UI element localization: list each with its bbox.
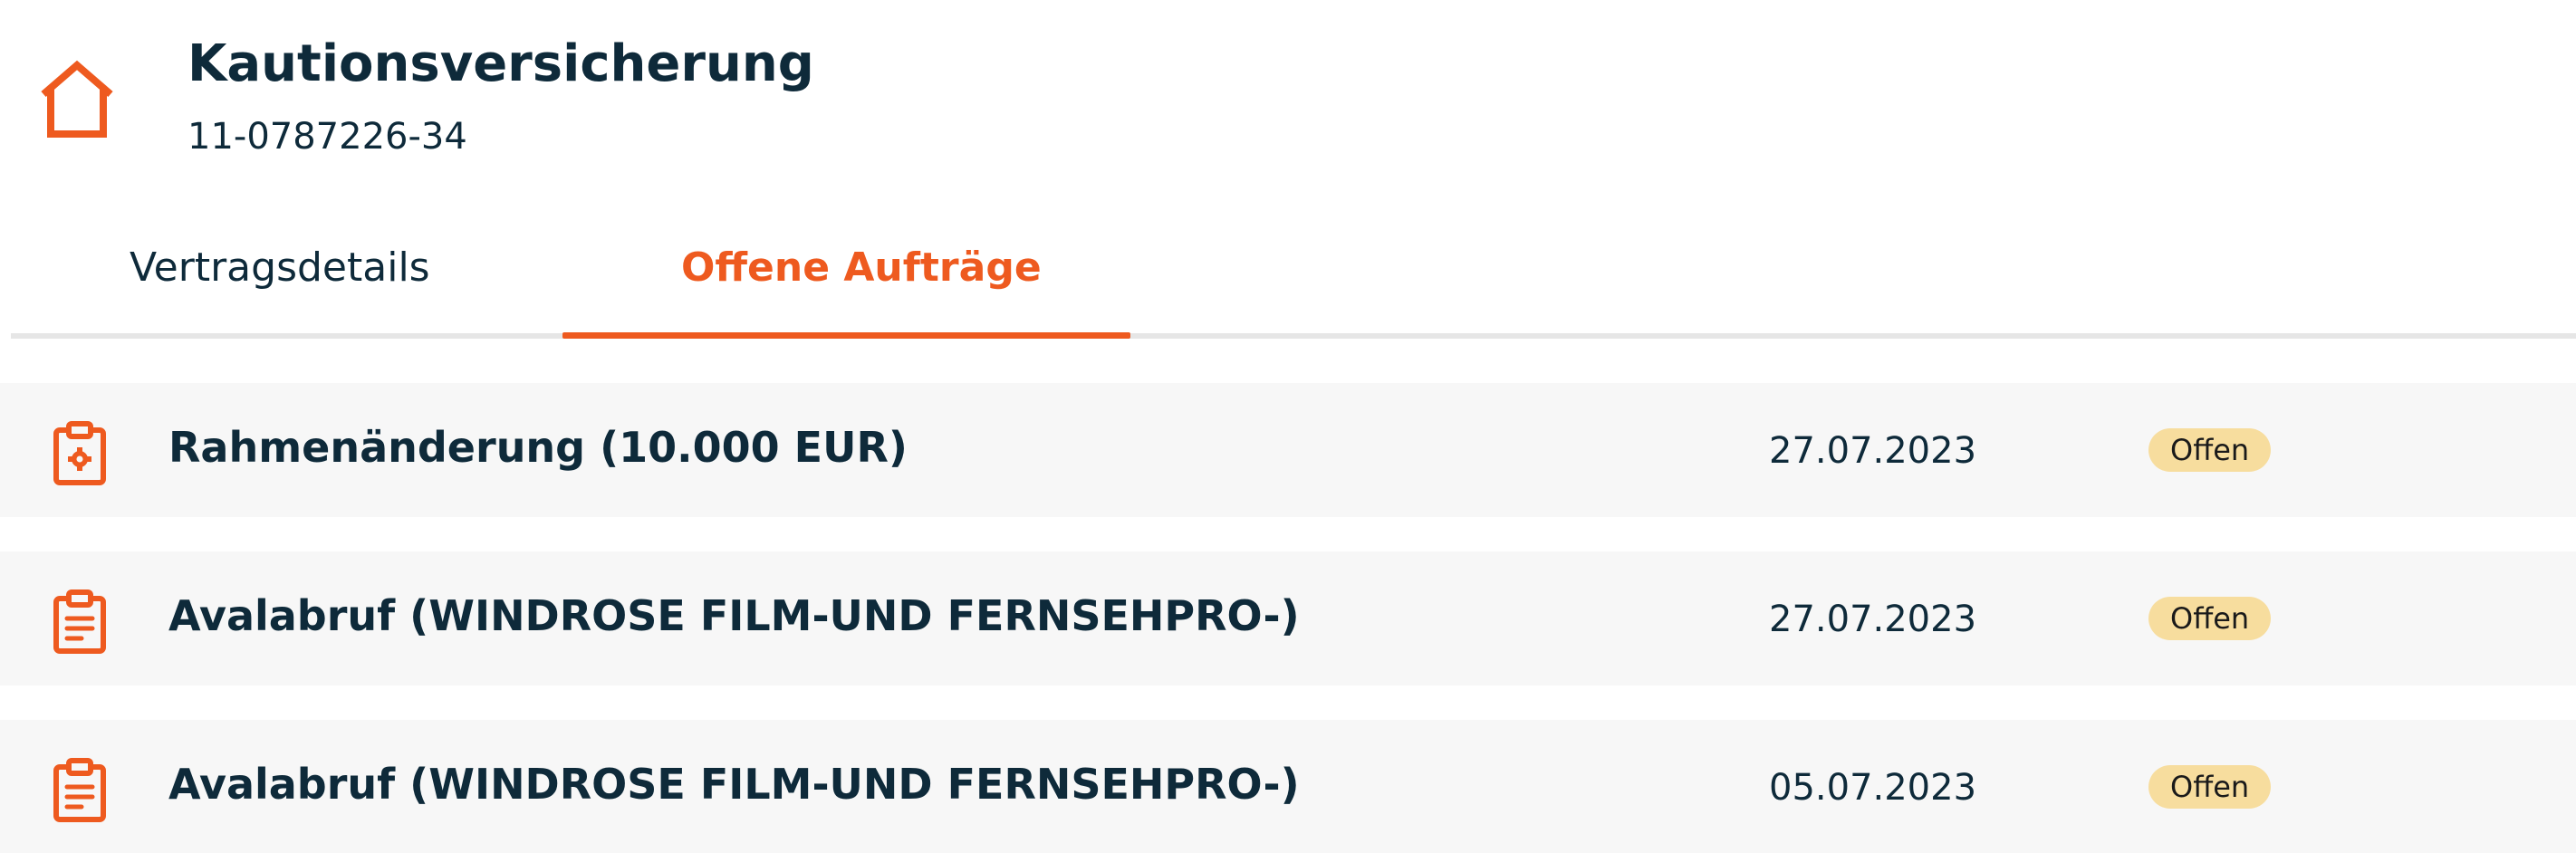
order-date: 27.07.2023	[1769, 430, 1977, 472]
order-row[interactable]: Avalabruf (WINDROSE FILM-UND FERNSEHPRO-…	[0, 551, 2576, 685]
clipboard-list-icon	[53, 758, 106, 822]
order-title: Avalabruf (WINDROSE FILM-UND FERNSEHPRO-…	[168, 591, 1300, 640]
order-row[interactable]: Avalabruf (WINDROSE FILM-UND FERNSEHPRO-…	[0, 720, 2576, 853]
page-title: Kautionsversicherung	[187, 34, 814, 93]
order-title: Rahmenänderung (10.000 EUR)	[168, 423, 908, 472]
status-badge: Offen	[2148, 765, 2272, 809]
order-date: 05.07.2023	[1769, 767, 1977, 809]
status-badge: Offen	[2148, 428, 2272, 472]
contract-number: 11-0787226-34	[187, 116, 467, 158]
active-tab-indicator	[562, 332, 1130, 339]
order-row[interactable]: Rahmenänderung (10.000 EUR) 27.07.2023 O…	[0, 383, 2576, 517]
order-title: Avalabruf (WINDROSE FILM-UND FERNSEHPRO-…	[168, 760, 1300, 809]
tab-vertragsdetails[interactable]: Vertragsdetails	[130, 244, 430, 291]
tab-divider	[11, 333, 2576, 339]
order-date: 27.07.2023	[1769, 599, 1977, 640]
clipboard-gear-icon	[53, 421, 106, 485]
clipboard-list-icon	[53, 589, 106, 654]
status-badge: Offen	[2148, 597, 2272, 640]
house-icon	[41, 60, 113, 138]
tab-offene-auftraege[interactable]: Offene Aufträge	[681, 244, 1042, 291]
contract-page: Kautionsversicherung 11-0787226-34 Vertr…	[0, 0, 2576, 853]
